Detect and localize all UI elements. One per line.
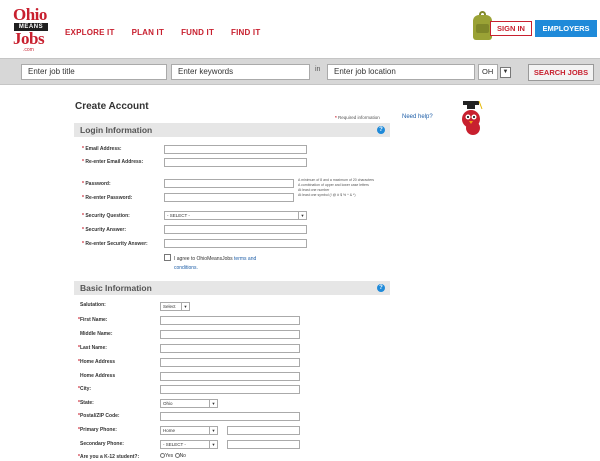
secondary-phone-type-select[interactable]: - SELECT - ▼ [160,440,218,449]
primary-phone-type-select[interactable]: Home ▼ [160,426,218,435]
salutation-label: Salutation: [80,302,106,308]
resecurity-answer-field[interactable] [164,239,307,248]
home-address2-label: Home Address [80,373,116,379]
help-question-icon[interactable]: ? [377,284,385,292]
state-dropdown[interactable]: Ohio ▼ [160,399,218,408]
home-address-label: *Home Address [78,359,116,365]
password-label: * Password: [82,181,111,187]
last-name-field[interactable] [160,344,300,353]
state-label: *State: [78,400,94,406]
password-rules: A minimum of 8 and a maximum of 20 chara… [298,178,375,197]
nav-find-it[interactable]: FIND IT [231,28,260,37]
repassword-label: * Re-enter Password: [82,195,133,201]
secondary-phone-label: Secondary Phone: [80,441,124,447]
reemail-label: * Re-enter Email Address: [82,159,144,165]
chevron-down-icon: ▼ [209,427,217,434]
in-label: in [315,66,321,73]
job-search-bar: Enter job title Enter keywords in Enter … [0,58,600,85]
salutation-select[interactable]: Select ▼ [160,302,190,311]
home-address-field[interactable] [160,358,300,367]
nav-explore-it[interactable]: EXPLORE IT [65,28,115,37]
need-help-link[interactable]: Need help? [402,114,433,120]
chevron-down-icon: ▼ [209,441,217,448]
first-name-field[interactable] [160,316,300,325]
k12-no-label: No [179,453,186,459]
security-answer-field[interactable] [164,225,307,234]
first-name-label: *First Name: [78,317,108,323]
primary-phone-label: *Primary Phone: [78,427,117,433]
keywords-input[interactable]: Enter keywords [171,64,310,80]
site-header: Ohio MEANS Jobs .com EXPLORE IT PLAN IT … [0,0,600,58]
search-jobs-button[interactable]: SEARCH JOBS [528,64,594,81]
last-name-label: *Last Name: [78,345,107,351]
chevron-down-icon: ▼ [209,400,217,407]
nav-fund-it[interactable]: FUND IT [181,28,214,37]
logo-line-jobs: Jobs [13,29,45,48]
job-title-input[interactable]: Enter job title [21,64,167,80]
state-select[interactable]: OH [478,64,498,80]
terms-agreement: I agree to OhioMeansJobs terms and condi… [174,256,257,271]
employers-button[interactable]: EMPLOYERS [535,20,597,37]
job-location-input[interactable]: Enter job location [327,64,475,80]
sign-in-button[interactable]: SIGN IN [490,21,532,36]
required-note: * Required information [335,115,380,120]
reemail-field[interactable] [164,158,307,167]
middle-name-field[interactable] [160,330,300,339]
secondary-phone-field[interactable] [227,440,300,449]
ohiomeansjobs-logo[interactable]: Ohio MEANS Jobs .com [13,5,53,53]
password-field[interactable] [164,179,294,188]
k12-yes-label: Yes [165,453,174,459]
k12-label: *Are you a K-12 student?: [78,454,140,460]
basic-information-section: Basic Information ? [74,281,390,295]
repassword-field[interactable] [164,193,294,202]
chevron-down-icon: ▼ [298,212,306,219]
section-heading: Basic Information [80,283,152,293]
city-label: *City: [78,386,92,392]
zip-label: *Postal/ZIP Code: [78,413,120,419]
email-label: * Email Address: [82,146,122,152]
cardinal-mascot-icon [462,101,483,135]
chevron-down-icon[interactable]: ▼ [500,67,511,78]
email-field[interactable] [164,145,307,154]
security-question-label: * Security Question: [82,213,130,219]
city-field[interactable] [160,385,300,394]
primary-phone-field[interactable] [227,426,300,435]
middle-name-label: Middle Name: [80,331,113,337]
logo-line-com: .com [23,47,34,53]
login-information-section: Login Information ? [74,123,390,137]
home-address2-field[interactable] [160,372,300,381]
terms-checkbox[interactable] [164,254,171,261]
chevron-down-icon: ▼ [181,303,189,310]
section-heading: Login Information [80,125,153,135]
nav-plan-it[interactable]: PLAN IT [132,28,165,37]
k12-radio-group: Yes No [160,453,186,459]
zip-field[interactable] [160,412,300,421]
page-title: Create Account [75,101,149,112]
resecurity-answer-label: * Re-enter Security Answer: [82,241,148,247]
main-nav: EXPLORE IT PLAN IT FUND IT FIND IT [65,28,260,37]
security-question-select[interactable]: - SELECT - ▼ [164,211,307,220]
logo-line-ohio: Ohio [13,5,47,24]
security-answer-label: * Security Answer: [82,227,127,233]
help-question-icon[interactable]: ? [377,126,385,134]
